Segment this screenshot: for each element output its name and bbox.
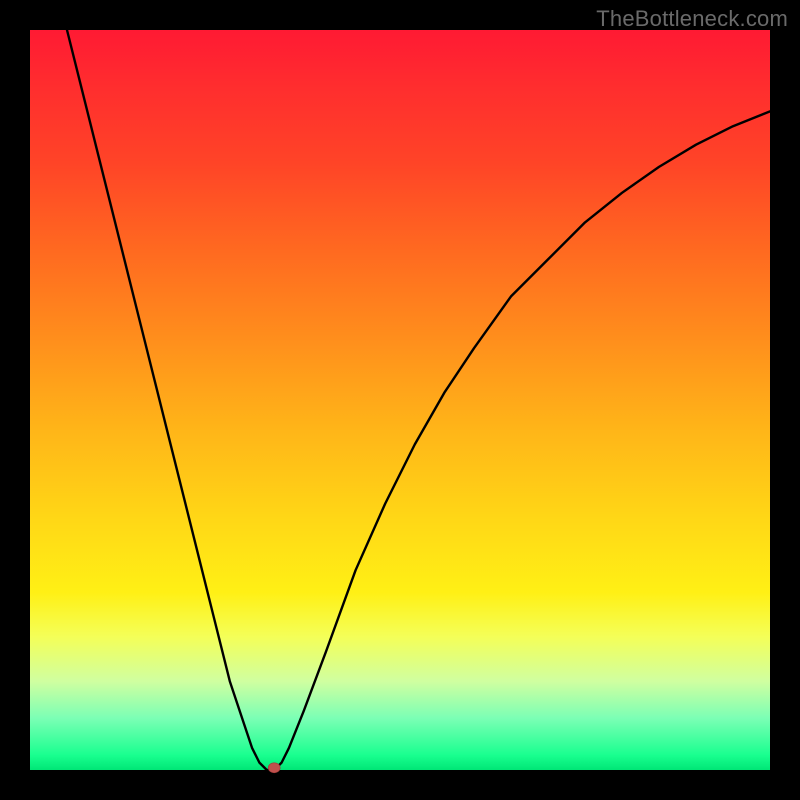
chart-frame: TheBottleneck.com <box>0 0 800 800</box>
curve-svg <box>30 30 770 770</box>
bottleneck-curve <box>67 30 770 770</box>
plot-area <box>30 30 770 770</box>
watermark-text: TheBottleneck.com <box>596 6 788 32</box>
minimum-marker <box>268 763 280 773</box>
